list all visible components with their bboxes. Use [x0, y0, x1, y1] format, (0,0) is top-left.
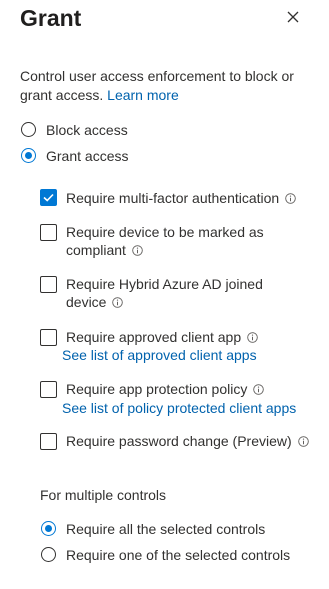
- info-icon[interactable]: [285, 193, 296, 204]
- approved-client-apps-link[interactable]: See list of approved client apps: [62, 346, 257, 364]
- mfa-label[interactable]: Require multi-factor authentication: [66, 189, 296, 207]
- password-change-checkbox[interactable]: [40, 433, 57, 450]
- panel-title: Grant: [20, 5, 82, 31]
- close-button[interactable]: [284, 8, 302, 26]
- hybrid-ad-checkbox[interactable]: [40, 276, 57, 293]
- info-icon[interactable]: [297, 436, 309, 447]
- panel-description: Control user access enforcement to block…: [20, 67, 310, 105]
- info-icon[interactable]: [247, 332, 258, 343]
- policy-protected-apps-link[interactable]: See list of policy protected client apps: [62, 399, 296, 417]
- info-icon[interactable]: [112, 297, 124, 308]
- password-change-label[interactable]: Require password change (Preview): [66, 432, 309, 450]
- block-access-label[interactable]: Block access: [46, 121, 128, 139]
- require-one-radio[interactable]: [41, 547, 56, 562]
- compliant-device-checkbox[interactable]: [40, 224, 57, 241]
- info-icon[interactable]: [132, 245, 143, 256]
- learn-more-link[interactable]: Learn more: [107, 87, 179, 103]
- grant-access-label[interactable]: Grant access: [46, 147, 128, 165]
- app-protection-checkbox[interactable]: [40, 381, 57, 398]
- mfa-checkbox[interactable]: [40, 189, 57, 206]
- app-protection-label[interactable]: Require app protection policy: [66, 380, 265, 398]
- info-icon[interactable]: [253, 384, 265, 395]
- hybrid-ad-label[interactable]: Require Hybrid Azure AD joined device: [66, 275, 263, 311]
- require-all-label[interactable]: Require all the selected controls: [66, 520, 265, 538]
- approved-client-app-label[interactable]: Require approved client app: [66, 328, 258, 346]
- checkmark-icon: [43, 193, 54, 202]
- require-one-label[interactable]: Require one of the selected controls: [66, 546, 290, 564]
- block-access-radio[interactable]: [21, 122, 36, 137]
- grant-access-radio[interactable]: [21, 148, 36, 163]
- require-all-radio[interactable]: [41, 521, 56, 536]
- approved-client-app-checkbox[interactable]: [40, 329, 57, 346]
- multiple-controls-label: For multiple controls: [40, 487, 167, 503]
- close-icon: [287, 11, 299, 23]
- compliant-device-label[interactable]: Require device to be marked as compliant: [66, 223, 264, 259]
